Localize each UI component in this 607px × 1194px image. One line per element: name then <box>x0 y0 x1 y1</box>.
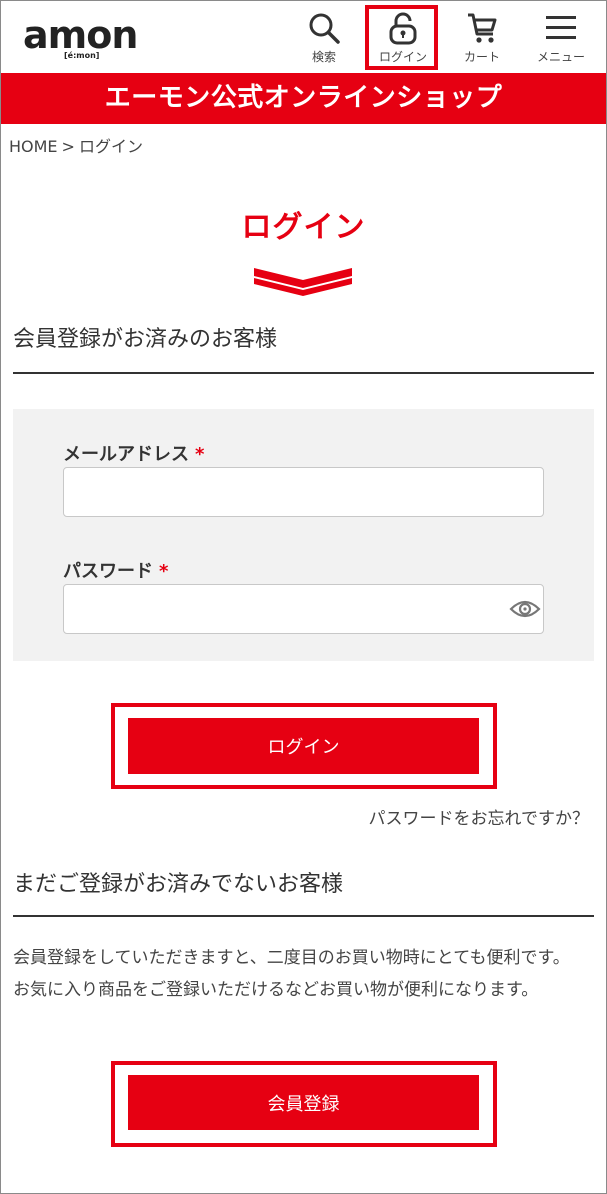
header-search-button[interactable]: 検索 <box>294 9 354 67</box>
shop-banner[interactable]: エーモン公式オンラインショップ <box>1 73 606 124</box>
guest-description-line-1: 会員登録をしていただきますと、二度目のお買い物時にとても便利です。 <box>13 948 570 968</box>
password-field[interactable] <box>63 584 544 634</box>
section-divider <box>13 915 594 917</box>
svg-text:[é:mon]: [é:mon] <box>64 50 99 59</box>
guest-description-line-2: お気に入り商品をご登録いただけるなどお買い物が便利になります。 <box>13 980 539 1000</box>
email-label: メールアドレス * <box>63 440 204 466</box>
site-header: amon [é:mon] 検索 ログイン カート メニュー <box>1 1 606 73</box>
email-field[interactable] <box>63 467 544 517</box>
cart-label: カート <box>463 50 500 64</box>
menu-label: メニュー <box>536 50 585 64</box>
cart-icon <box>468 13 497 43</box>
header-menu-button[interactable]: メニュー <box>529 9 593 67</box>
search-label: 検索 <box>311 50 336 64</box>
breadcrumb-home[interactable]: HOME <box>9 137 58 156</box>
amon-logo[interactable]: amon [é:mon] <box>23 13 163 60</box>
breadcrumb-separator: > <box>61 137 75 156</box>
guest-section-title: まだご登録がお済みでないお客様 <box>13 872 344 897</box>
page-title: ログイン <box>241 210 366 245</box>
section-divider <box>13 372 594 374</box>
header-cart-button[interactable]: カート <box>452 9 512 67</box>
breadcrumb: HOME > ログイン <box>9 133 147 157</box>
login-button[interactable]: ログイン <box>128 718 479 774</box>
required-mark: * <box>195 444 205 465</box>
email-label-text: メールアドレス <box>63 444 189 465</box>
forgot-password-link[interactable]: パスワードをお忘れですか？ <box>369 804 590 829</box>
password-label: パスワード * <box>63 557 168 583</box>
chevron-down-icon <box>254 268 352 296</box>
breadcrumb-current: ログイン <box>78 137 143 156</box>
search-icon <box>309 13 340 44</box>
register-button[interactable]: 会員登録 <box>128 1075 479 1130</box>
guest-description: 会員登録をしていただきますと、二度目のお買い物時にとても便利です。 お気に入り商… <box>13 942 593 1006</box>
hamburger-icon <box>546 16 576 39</box>
login-highlight-box <box>365 5 438 70</box>
member-section-title: 会員登録がお済みのお客様 <box>13 327 278 352</box>
password-label-text: パスワード <box>63 561 153 582</box>
eye-icon[interactable] <box>509 597 541 621</box>
required-mark: * <box>159 561 169 582</box>
